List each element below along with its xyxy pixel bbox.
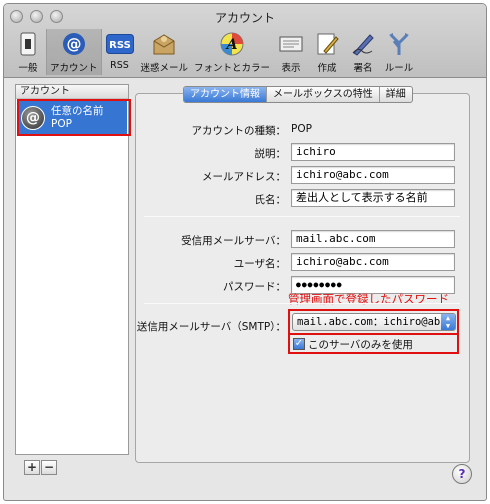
toolbar-label: RSS <box>110 60 129 71</box>
toolbar-item-display[interactable]: 表示 <box>273 29 309 75</box>
toolbar: 一般 @ アカウント RSS RSS 迷惑メール A フォントとカラー 表示 作… <box>10 29 417 75</box>
tab-account-info[interactable]: アカウント情報 <box>184 87 267 102</box>
highlight-box-checkbox <box>288 333 459 354</box>
username-field[interactable]: ichiro@abc.com <box>291 253 455 271</box>
tab-mailbox-behaviors[interactable]: メールボックスの特性 <box>267 87 380 102</box>
toolbar-label: フォントとカラー <box>194 63 271 74</box>
display-icon <box>276 29 306 59</box>
account-list-header: アカウント <box>16 85 128 99</box>
at-icon: @ <box>59 29 89 59</box>
email-label: メールアドレス： <box>202 171 286 183</box>
rss-badge-text: RSS <box>109 40 131 51</box>
add-account-button[interactable]: + <box>24 460 40 475</box>
tab-advanced[interactable]: 詳細 <box>380 87 412 102</box>
divider <box>144 303 460 304</box>
toolbar-label: ルール <box>384 63 414 74</box>
rss-icon: RSS <box>105 29 135 59</box>
font-badge-text: A <box>225 37 238 53</box>
toolbar-label: 表示 <box>281 63 301 74</box>
toolbar-item-general[interactable]: 一般 <box>10 29 46 75</box>
junk-mail-icon <box>149 29 179 59</box>
toolbar-item-accounts[interactable]: @ アカウント <box>46 29 102 75</box>
account-type-label: アカウントの種類： <box>191 125 287 137</box>
account-type-value: POP <box>291 123 312 135</box>
full-name-field[interactable]: 差出人として表示する名前 <box>291 189 455 207</box>
window-title: アカウント <box>214 11 275 25</box>
full-name-label: 氏名： <box>254 194 287 206</box>
remove-account-button[interactable]: − <box>41 460 57 475</box>
font-color-icon: A <box>217 29 247 59</box>
incoming-server-field[interactable]: mail.abc.com <box>291 230 455 248</box>
email-field[interactable]: ichiro@abc.com <box>291 166 455 184</box>
toolbar-item-fonts-colors[interactable]: A フォントとカラー <box>191 29 273 75</box>
description-field[interactable]: ichiro <box>291 143 455 161</box>
compose-icon <box>312 29 342 59</box>
toolbar-label: 作成 <box>317 63 337 74</box>
rules-icon <box>384 29 414 59</box>
toolbar-label: アカウント <box>50 63 98 74</box>
toolbar-item-compose[interactable]: 作成 <box>309 29 345 75</box>
switch-icon <box>13 29 43 59</box>
toolbar-item-junk-mail[interactable]: 迷惑メール <box>138 29 192 75</box>
toolbar-label: 迷惑メール <box>140 63 189 74</box>
username-label: ユーザ名： <box>233 258 286 270</box>
toolbar-label: 署名 <box>353 63 373 74</box>
description-label: 説明： <box>254 148 287 160</box>
annotation-text: 管理画面で登録したパスワード <box>288 292 449 306</box>
signature-icon <box>348 29 378 59</box>
toolbar-item-rss[interactable]: RSS RSS <box>102 29 138 75</box>
account-list: アカウント @ 任意の名前 POP <box>15 84 129 455</box>
toolbar-item-rules[interactable]: ルール <box>381 29 417 75</box>
toolbar-item-signature[interactable]: 署名 <box>345 29 381 75</box>
tab-bar: アカウント情報 メールボックスの特性 詳細 <box>183 86 413 103</box>
title-bar: アカウント 一般 @ アカウント RSS RSS 迷惑メール A フォントとカラ… <box>4 4 486 78</box>
help-button[interactable]: ? <box>452 464 472 484</box>
highlight-box-account <box>17 99 131 136</box>
incoming-server-label: 受信用メールサーバ： <box>181 235 286 247</box>
smtp-label: 送信用メールサーバ（SMTP）： <box>136 321 286 333</box>
highlight-box-smtp <box>288 309 459 335</box>
divider <box>144 216 460 217</box>
svg-text:@: @ <box>66 35 81 53</box>
password-label: パスワード： <box>223 281 286 293</box>
toolbar-label: 一般 <box>18 63 38 74</box>
